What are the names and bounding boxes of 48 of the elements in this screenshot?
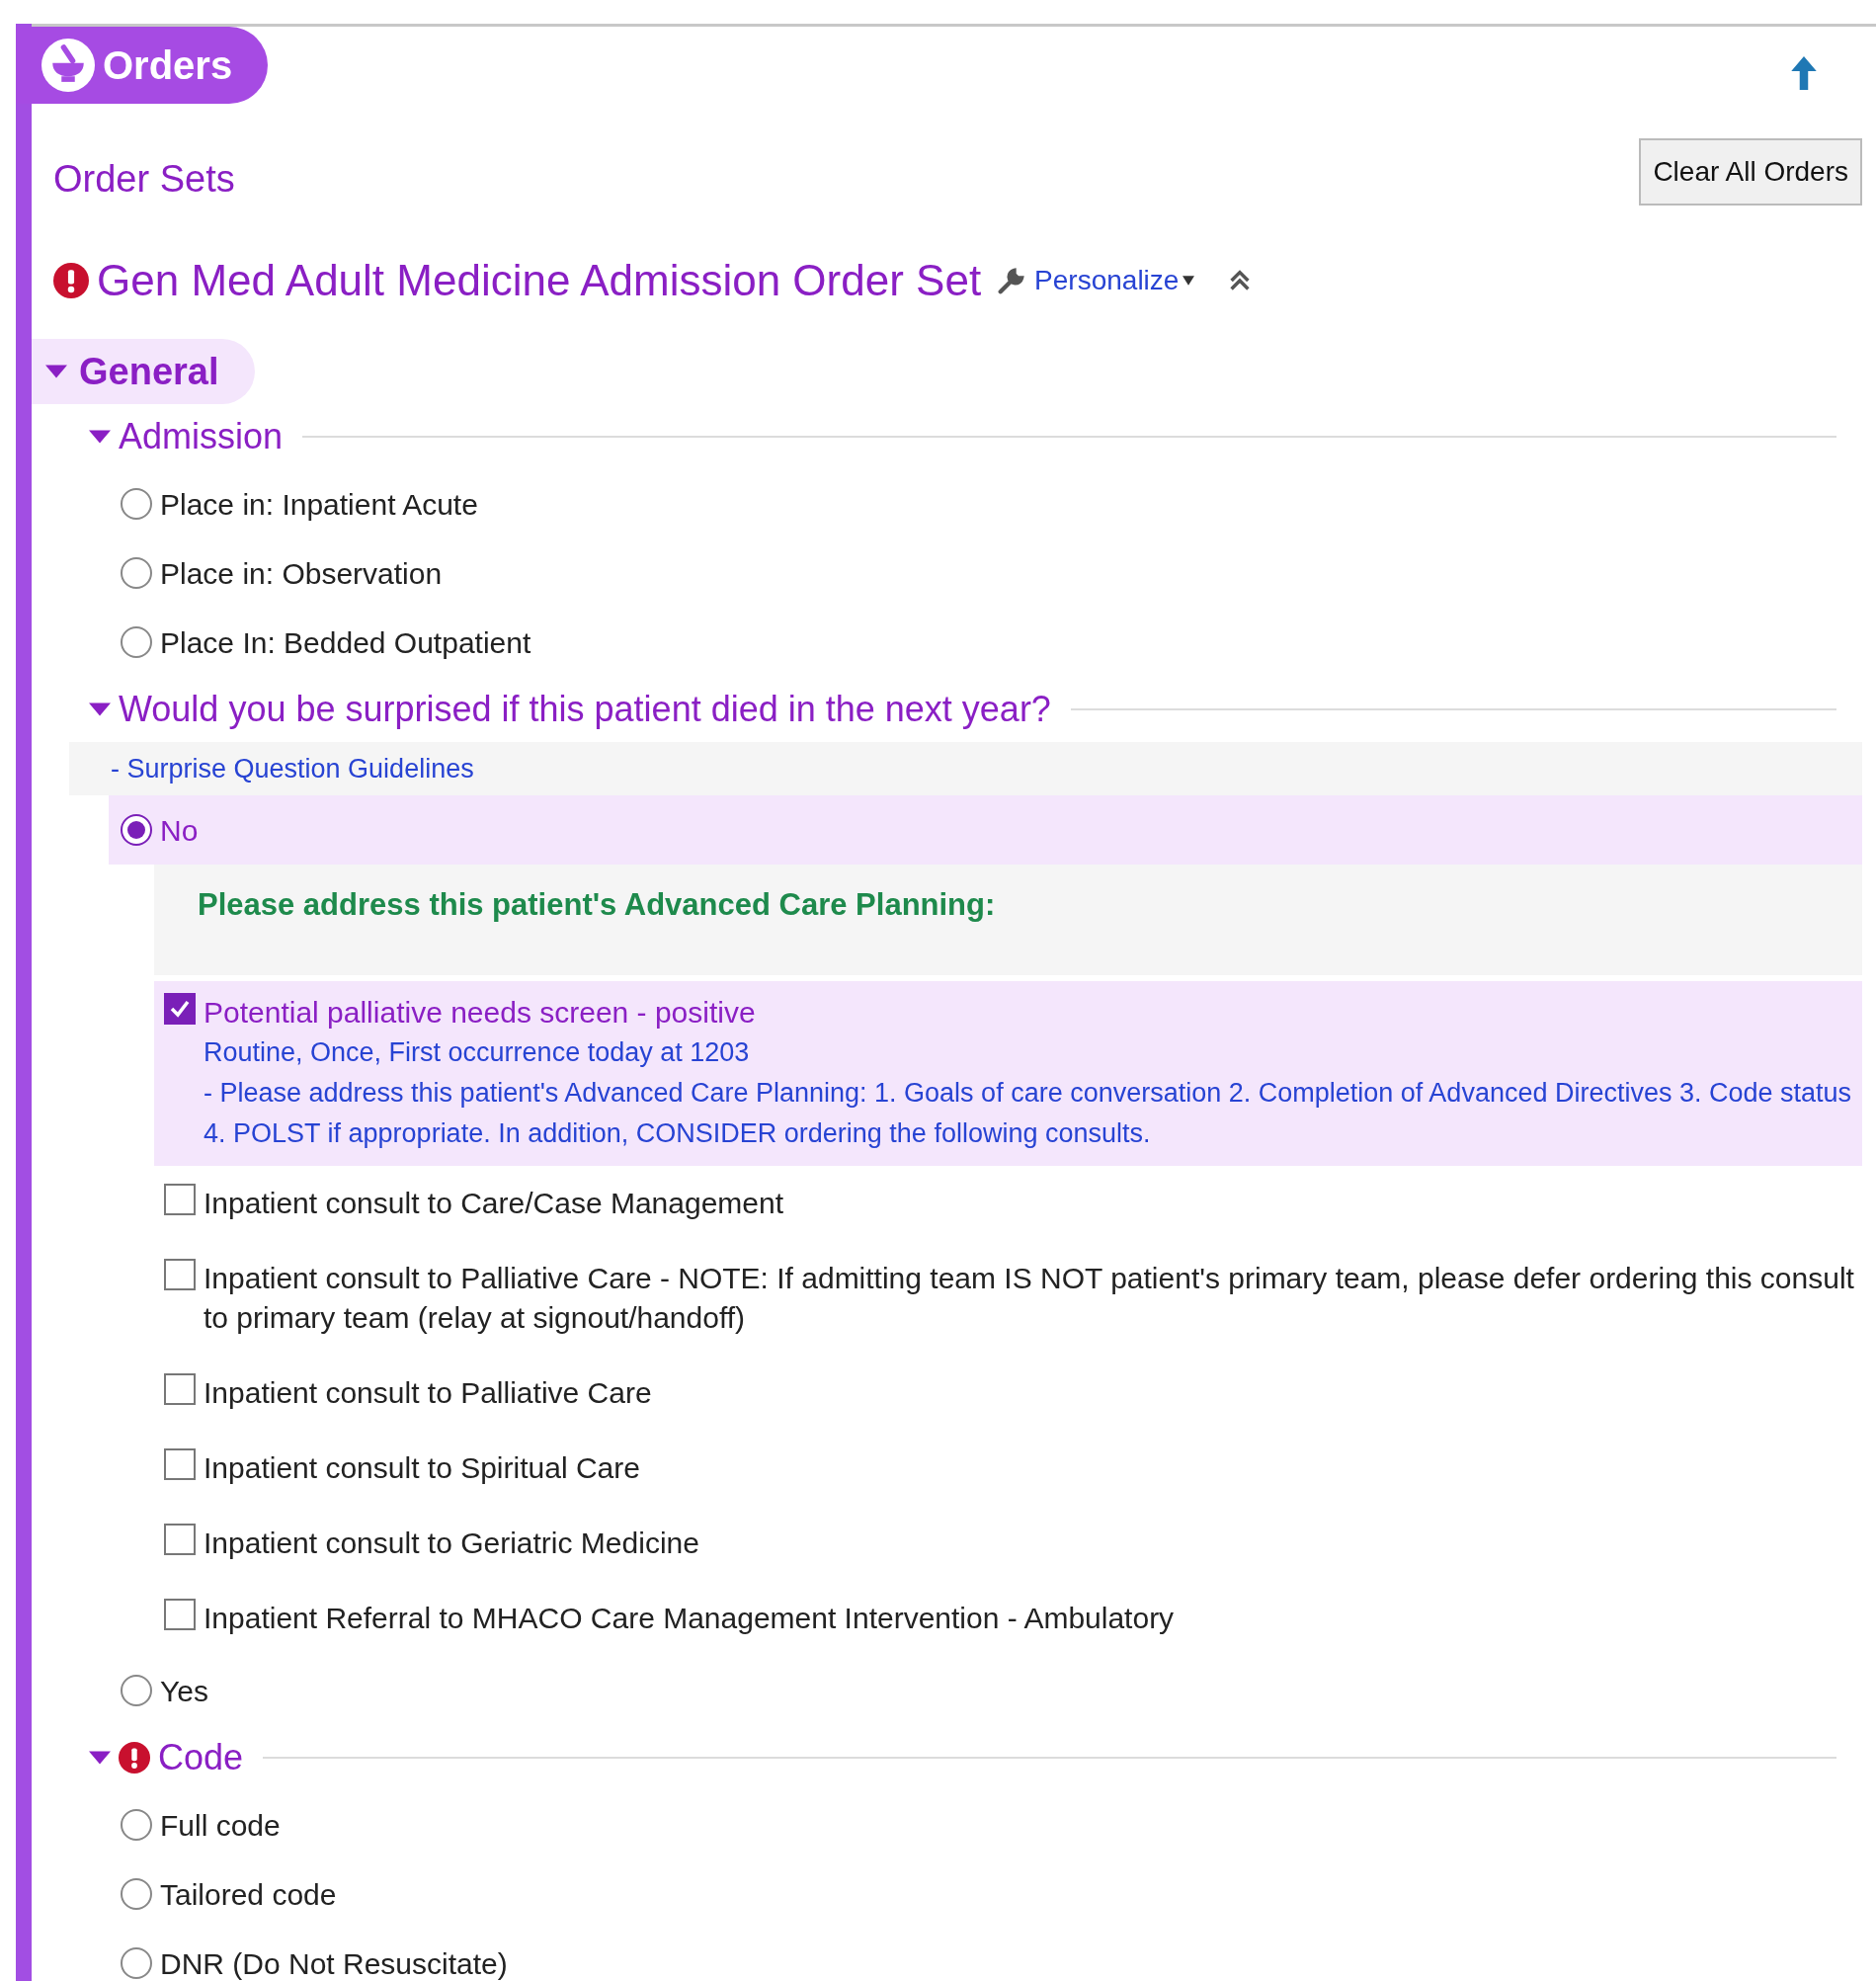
radio-button[interactable] <box>121 1947 152 1979</box>
radio-button[interactable] <box>121 1809 152 1841</box>
order-detail: - Please address this patient's Advanced Care Planning: 1. Goals of care conversation 2. Completion of Advanced Directives 3. Code status 4. POLST if appropriate. In addition, CONSIDER ordering the following consults. <box>204 1077 1853 1150</box>
guideline-link[interactable]: - Surprise Question Guidelines <box>111 748 474 789</box>
order-detail: Routine, Once, First occurrence today at 1203 <box>204 1036 751 1069</box>
radio-button[interactable] <box>121 557 152 589</box>
group-title: General <box>79 349 219 394</box>
option-label[interactable]: No <box>160 807 199 853</box>
radio-button[interactable] <box>121 814 152 846</box>
section-title: Code <box>158 1736 244 1779</box>
header-title: Orders <box>103 42 233 89</box>
order-label[interactable]: Inpatient consult to Palliative Care - NOTE: If admitting team IS NOT patient's primary team, please defer ordering this consult to primary team (relay at signout/handoff) <box>204 1259 1862 1338</box>
radio-button[interactable] <box>121 1878 152 1910</box>
order-label[interactable]: Inpatient consult to Geriatric Medicine <box>204 1524 699 1563</box>
radio-button[interactable] <box>121 626 152 658</box>
order-label[interactable]: Inpatient consult to Palliative Care <box>204 1373 652 1413</box>
order-sets-label: Order Sets <box>53 156 235 202</box>
order-label[interactable]: Potential palliative needs screen - positive <box>204 993 1862 1032</box>
option-label[interactable]: Place in: Observation <box>160 550 443 596</box>
up-arrow-icon[interactable] <box>1791 56 1817 90</box>
order-label[interactable]: Inpatient consult to Spiritual Care <box>204 1448 640 1488</box>
section-title: Admission <box>119 415 284 458</box>
checkbox[interactable] <box>164 993 196 1025</box>
option-label[interactable]: Yes <box>160 1668 208 1713</box>
section-title: Would you be surprised if this patient died in the next year? <box>119 688 1051 731</box>
option-label[interactable]: DNR (Do Not Resuscitate) <box>160 1940 508 1981</box>
radio-button[interactable] <box>121 488 152 520</box>
caret-down-icon <box>1183 276 1195 286</box>
option-label[interactable]: Place In: Bedded Outpatient <box>160 619 531 665</box>
checkbox[interactable] <box>164 1259 196 1290</box>
radio-button[interactable] <box>121 1675 152 1706</box>
option-label[interactable]: Tailored code <box>160 1871 337 1917</box>
order-label[interactable]: Inpatient consult to Care/Case Management <box>204 1184 783 1223</box>
checkbox[interactable] <box>164 1524 196 1555</box>
clear-all-orders-button[interactable]: Clear All Orders <box>1639 138 1862 206</box>
option-label[interactable]: Place in: Inpatient Acute <box>160 481 478 527</box>
checkbox[interactable] <box>164 1599 196 1630</box>
mortar-pestle-icon <box>41 39 95 92</box>
order-set-title: Gen Med Adult Medicine Admission Order Set <box>97 255 982 306</box>
checkbox[interactable] <box>164 1184 196 1215</box>
group-header[interactable]: General <box>32 339 255 404</box>
option-label[interactable]: Full code <box>160 1802 281 1848</box>
wrench-icon[interactable] <box>997 266 1027 295</box>
order-label[interactable]: Inpatient Referral to MHACO Care Management Intervention - Ambulatory <box>204 1599 1175 1638</box>
checkbox[interactable] <box>164 1373 196 1405</box>
personalize-link[interactable]: Personalize <box>1034 260 1195 301</box>
checkbox[interactable] <box>164 1448 196 1480</box>
note-text: Please address this patient's Advanced Care Planning: <box>198 887 996 922</box>
